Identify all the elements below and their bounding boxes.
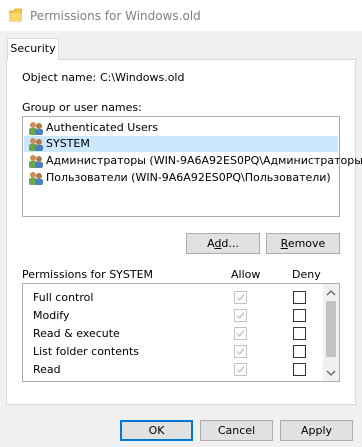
group-list-label: Group or user names: [22, 101, 142, 114]
list-item-selected[interactable]: SYSTEM [24, 136, 338, 152]
permissions-scrollbar[interactable] [323, 284, 339, 381]
permission-name: Read [33, 363, 61, 376]
group-user-list[interactable]: Authenticated Users SYSTEM Администратор… [22, 116, 362, 217]
allow-checkbox [234, 345, 247, 358]
cancel-button[interactable]: Cancel [200, 420, 273, 441]
list-item-label: Администраторы (WIN-9A6A92ES0PQ\Админист… [46, 154, 362, 167]
ok-button[interactable]: OK [120, 420, 193, 441]
add-label-2: d... [221, 237, 239, 250]
checkmark-icon [236, 294, 245, 302]
allow-checkbox [234, 381, 247, 382]
permissions-label-subject: SYSTEM [109, 268, 154, 281]
deny-checkbox[interactable] [293, 327, 306, 340]
list-item[interactable]: Authenticated Users [24, 120, 338, 136]
checkmark-icon [236, 366, 245, 374]
users-icon [29, 172, 43, 185]
object-name-value: C:\Windows.old [100, 71, 185, 84]
remove-button[interactable]: Remove [266, 233, 340, 254]
permission-name: Modify [33, 309, 70, 322]
list-item-label: SYSTEM [46, 137, 90, 150]
apply-button[interactable]: Apply [280, 420, 353, 441]
users-icon [29, 138, 43, 151]
checkmark-icon [236, 330, 245, 338]
users-icon [29, 122, 43, 135]
permission-row: Modify [23, 307, 323, 325]
permission-name: List folder contents [33, 345, 139, 358]
permission-row: Read & execute [23, 325, 323, 343]
chevron-up-icon[interactable] [326, 289, 336, 297]
permission-row: Full control [23, 289, 323, 307]
remove-label-2: emove [287, 237, 326, 250]
allow-header: Allow [231, 268, 261, 281]
folder-icon [9, 8, 22, 22]
window-title: Permissions for Windows.old [30, 9, 201, 23]
deny-header: Deny [292, 268, 321, 281]
list-item-label: Пользователи (WIN-9A6A92ES0PQ\Пользовате… [46, 171, 331, 184]
deny-checkbox[interactable] [293, 345, 306, 358]
object-name-label: Object name: [22, 71, 97, 84]
title-bar: Permissions for Windows.old [0, 0, 362, 31]
users-icon [29, 155, 43, 168]
checkmark-icon [236, 312, 245, 320]
allow-checkbox [234, 327, 247, 340]
scrollbar-thumb[interactable] [326, 301, 336, 357]
permission-name: Full control [33, 291, 94, 304]
add-button[interactable]: Add... [186, 233, 260, 254]
permission-name: Read & execute [33, 327, 120, 340]
permission-row: List folder contents [23, 343, 323, 361]
tab-security[interactable]: Security [7, 38, 59, 60]
allow-checkbox [234, 309, 247, 322]
chevron-down-icon[interactable] [326, 369, 336, 377]
checkmark-icon [236, 348, 245, 356]
deny-checkbox[interactable] [293, 291, 306, 304]
permission-row: Read [23, 361, 323, 379]
list-item[interactable]: Пользователи (WIN-9A6A92ES0PQ\Пользовате… [24, 170, 338, 186]
deny-checkbox[interactable] [293, 363, 306, 376]
deny-checkbox[interactable] [293, 309, 306, 322]
allow-checkbox [234, 363, 247, 376]
list-item-label: Authenticated Users [46, 121, 159, 134]
list-item[interactable]: Администраторы (WIN-9A6A92ES0PQ\Админист… [24, 153, 362, 169]
permissions-label: Permissions for SYSTEM [22, 268, 153, 281]
permissions-label-prefix: Permissions for [22, 268, 110, 281]
remove-label-mnemonic: R [280, 237, 288, 250]
deny-checkbox[interactable] [293, 381, 306, 382]
permission-row-partial [23, 379, 323, 382]
allow-checkbox [234, 291, 247, 304]
permissions-list[interactable]: Full control Modify Read & execute List … [22, 283, 340, 382]
